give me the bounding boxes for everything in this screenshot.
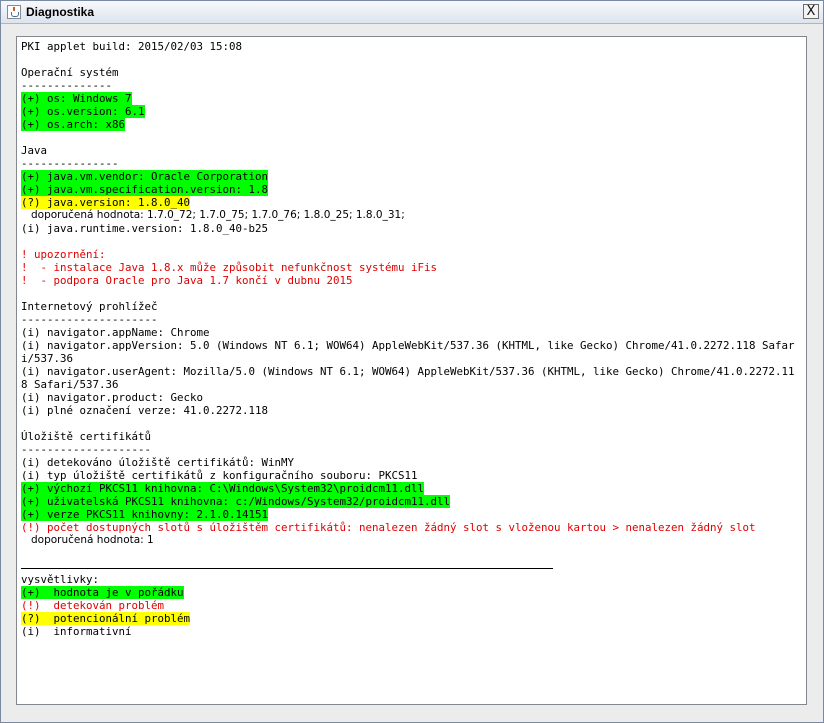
legend-info: (i) informativní xyxy=(21,625,132,638)
build-line: PKI applet build: 2015/02/03 15:08 xyxy=(21,40,243,53)
store-type-line: (i) typ úložiště certifikátů z konfigura… xyxy=(21,469,418,482)
browser-fullversion-line: (i) plné označení verze: 41.0.2272.118 xyxy=(21,404,269,417)
store-detected-line: (i) detekováno úložiště certifikátů: Win… xyxy=(21,456,295,469)
legend-ok: (+) hodnota je v pořádku xyxy=(21,586,184,599)
os-section-header: Operační systém xyxy=(21,66,119,79)
title-bar[interactable]: Diagnostika X xyxy=(1,1,823,24)
java-spec-line: (+) java.vm.specification.version: 1.8 xyxy=(21,183,269,196)
os-arch-line: (+) os.arch: x86 xyxy=(21,118,126,131)
close-button[interactable]: X xyxy=(803,4,819,19)
legend-divider xyxy=(21,568,553,569)
browser-section-rule: --------------------- xyxy=(21,313,158,326)
store-user-lib-line: (+) uživatelská PKCS11 knihovna: c:/Wind… xyxy=(21,495,451,508)
store-section-rule: -------------------- xyxy=(21,443,152,456)
store-recommended-line: doporučená hodnota: 1 xyxy=(31,534,154,546)
java-vendor-line: (+) java.vm.vendor: Oracle Corporation xyxy=(21,170,269,183)
diagnostics-window: Diagnostika X PKI applet build: 2015/02/… xyxy=(0,0,824,723)
legend-error: (!) detekován problém xyxy=(21,599,165,612)
browser-section-header: Internetový prohlížeč xyxy=(21,300,158,313)
browser-useragent-line: (i) navigator.userAgent: Mozilla/5.0 (Wi… xyxy=(21,365,795,391)
window-title: Diagnostika xyxy=(26,5,95,19)
store-slots-line: (!) počet dostupných slotů s úložištěm c… xyxy=(21,521,756,534)
browser-product-line: (i) navigator.product: Gecko xyxy=(21,391,204,404)
store-default-lib-line: (+) výchozí PKCS11 knihovna: C:\Windows\… xyxy=(21,482,425,495)
legend-title: vysvětlivky: xyxy=(21,573,100,586)
os-section-rule: -------------- xyxy=(21,79,113,92)
browser-appversion-line: (i) navigator.appVersion: 5.0 (Windows N… xyxy=(21,339,795,365)
java-cup-icon xyxy=(7,5,21,19)
diagnostics-text-area[interactable]: PKI applet build: 2015/02/03 15:08 Opera… xyxy=(16,36,807,705)
os-version-line: (+) os.version: 6.1 xyxy=(21,105,145,118)
java-section-rule: --------------- xyxy=(21,157,119,170)
java-version-line: (?) java.version: 1.8.0_40 xyxy=(21,196,191,209)
warning-line-2: ! - podpora Oracle pro Java 1.7 končí v … xyxy=(21,274,353,287)
java-section-header: Java xyxy=(21,144,48,157)
warning-line-1: ! - instalace Java 1.8.x může způsobit n… xyxy=(21,261,438,274)
java-runtime-line: (i) java.runtime.version: 1.8.0_40-b25 xyxy=(21,222,269,235)
browser-appname-line: (i) navigator.appName: Chrome xyxy=(21,326,210,339)
java-recommended-line: doporučená hodnota: 1.7.0_72; 1.7.0_75; … xyxy=(31,209,405,221)
diagnostics-log: PKI applet build: 2015/02/03 15:08 Opera… xyxy=(21,40,801,638)
os-name-line: (+) os: Windows 7 xyxy=(21,92,132,105)
warning-title: ! upozornění: xyxy=(21,248,106,261)
store-section-header: Úložiště certifikátů xyxy=(21,430,152,443)
legend-warning: (?) potencionální problém xyxy=(21,612,191,625)
store-lib-version-line: (+) verze PKCS11 knihovny: 2.1.0.14151 xyxy=(21,508,269,521)
